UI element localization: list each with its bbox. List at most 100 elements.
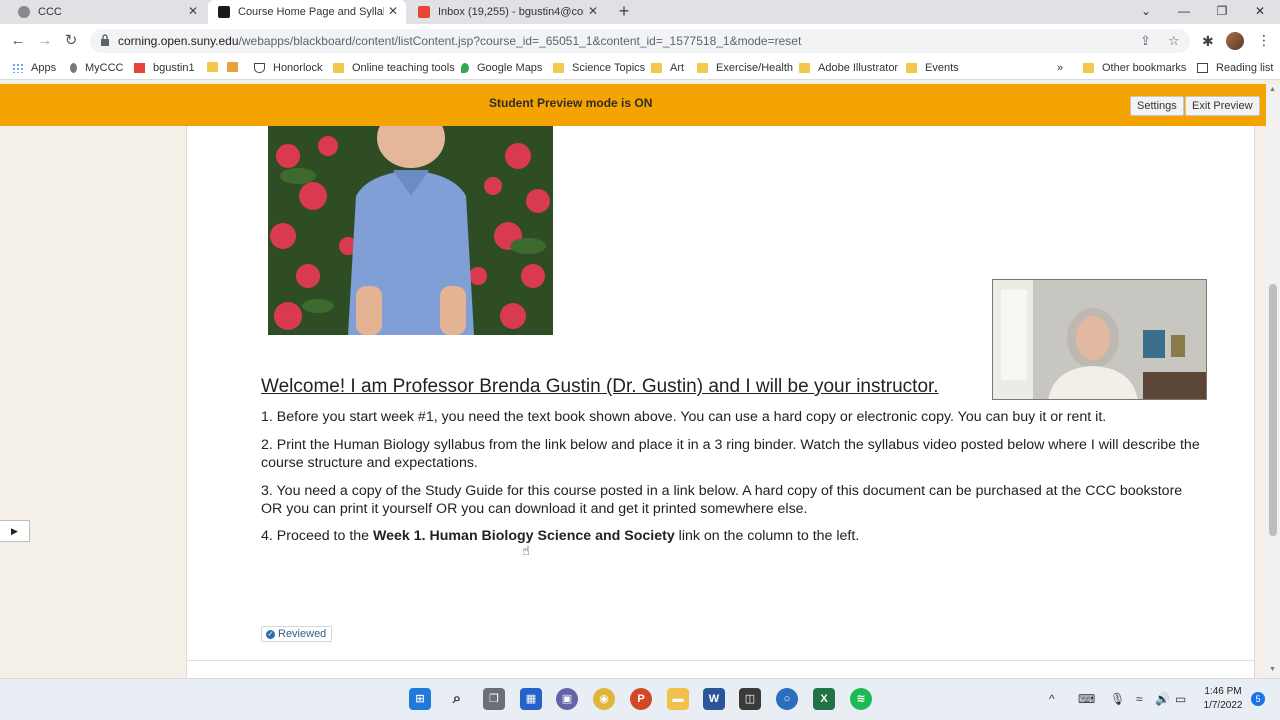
- clock-time: 1:46 PM: [1204, 686, 1242, 697]
- tab-course-home[interactable]: Course Home Page and Syllabus ✕: [208, 0, 406, 24]
- close-icon[interactable]: ✕: [188, 4, 198, 18]
- home-icon: [227, 62, 238, 72]
- tab-strip: CCC ✕ Course Home Page and Syllabus ✕ In…: [0, 0, 1280, 24]
- minimize-button[interactable]: —: [1166, 0, 1202, 24]
- microsoft-store-icon[interactable]: ◫: [739, 688, 761, 710]
- tab-inbox[interactable]: Inbox (19,255) - bgustin4@corni ✕: [408, 0, 606, 24]
- map-pin-icon: [461, 63, 469, 73]
- instructor-photo: [268, 126, 553, 335]
- gmail-icon: [134, 63, 145, 73]
- blackboard-icon: [218, 6, 230, 18]
- maximize-button[interactable]: ❐: [1204, 0, 1240, 24]
- close-window-button[interactable]: ✕: [1242, 0, 1278, 24]
- folder-icon: [906, 63, 917, 73]
- reading-list[interactable]: Reading list: [1197, 62, 1273, 74]
- exit-preview-button[interactable]: Exit Preview: [1185, 96, 1260, 116]
- course-menu-area: [0, 126, 186, 678]
- forward-icon[interactable]: →: [36, 32, 54, 50]
- bookmark-apps[interactable]: Apps: [12, 62, 56, 74]
- bookmark-art[interactable]: Art: [651, 62, 684, 74]
- bookmark-events[interactable]: Events: [906, 62, 959, 74]
- bookmark-star-icon[interactable]: ☆: [1168, 33, 1180, 49]
- instructor-photo-image: [268, 126, 553, 335]
- teams-chat-icon[interactable]: ▣: [556, 688, 578, 710]
- bookmark-home[interactable]: [227, 62, 246, 72]
- apps-grid-icon: [12, 63, 23, 73]
- scrollbar[interactable]: ▲ ▼: [1266, 84, 1280, 678]
- bookmark-myccc[interactable]: MyCCC: [70, 62, 124, 74]
- reviewed-button[interactable]: ✓ Reviewed: [261, 626, 333, 642]
- notification-badge[interactable]: 5: [1251, 692, 1265, 706]
- task-view-icon[interactable]: ❐: [483, 688, 505, 710]
- profile-avatar[interactable]: [1226, 32, 1244, 50]
- bookmark-honorlock[interactable]: Honorlock: [254, 62, 323, 74]
- cortana-icon[interactable]: ○: [776, 688, 798, 710]
- preview-status-text: Student Preview mode is ON: [489, 96, 653, 110]
- welcome-heading[interactable]: Welcome! I am Professor Brenda Gustin (D…: [261, 376, 939, 398]
- address-bar[interactable]: corning.open.suny.edu/webapps/blackboard…: [90, 29, 1190, 53]
- scroll-up-icon[interactable]: ▲: [1269, 86, 1276, 93]
- search-icon[interactable]: ⌕: [446, 688, 468, 710]
- bookmark-science-topics[interactable]: Science Topics: [553, 62, 645, 74]
- system-clock[interactable]: 1:46 PM 1/7/2022: [1198, 685, 1248, 713]
- webcam-video: [993, 280, 1206, 399]
- navigation-bar: ← → ↻ corning.open.suny.edu/webapps/blac…: [0, 24, 1280, 58]
- bookmark-label: bgustin1: [153, 62, 195, 74]
- file-explorer-icon[interactable]: ▬: [667, 688, 689, 710]
- widgets-icon[interactable]: ▦: [520, 688, 542, 710]
- microphone-icon[interactable]: 🎙: [1110, 692, 1125, 706]
- bookmark-adobe-illustrator[interactable]: Adobe Illustrator: [799, 62, 898, 74]
- volume-icon[interactable]: 🔊: [1155, 692, 1170, 706]
- tab-ccc[interactable]: CCC ✕: [8, 0, 206, 24]
- folder-icon: [553, 63, 564, 73]
- tab-search-icon[interactable]: ⌄: [1128, 0, 1164, 24]
- scrollbar-thumb[interactable]: [1269, 284, 1277, 536]
- spotify-icon[interactable]: ≋: [850, 688, 872, 710]
- extensions-icon[interactable]: ✱: [1202, 33, 1214, 50]
- chrome-icon[interactable]: ◉: [593, 688, 615, 710]
- scroll-down-icon[interactable]: ▼: [1269, 666, 1276, 673]
- taskbar: ⊞ ⌕ ❐ ▦ ▣ ◉ P ▬ W ◫ ○ X ≋ ^ ⌨ 🎙 ≈ 🔊 ▭ 1:…: [0, 678, 1280, 720]
- settings-button[interactable]: Settings: [1130, 96, 1184, 116]
- bookmark-label: Online teaching tools: [352, 62, 455, 74]
- wifi-icon[interactable]: ≈: [1136, 692, 1143, 706]
- powerpoint-icon[interactable]: P: [630, 688, 652, 710]
- chevron-up-icon[interactable]: ^: [1049, 692, 1055, 706]
- bookmark-label: Reading list: [1216, 62, 1274, 74]
- keyboard-icon[interactable]: ⌨: [1078, 692, 1095, 706]
- bookmark-bgustin1[interactable]: bgustin1: [134, 62, 195, 74]
- windows-start-icon[interactable]: ⊞: [409, 688, 431, 710]
- new-tab-button[interactable]: +: [614, 0, 634, 24]
- bookmark-google-maps[interactable]: Google Maps: [461, 62, 542, 74]
- bookmark-label: Exercise/Health: [716, 62, 794, 74]
- reload-icon[interactable]: ↻: [62, 32, 80, 50]
- tab-label: CCC: [38, 6, 62, 18]
- menu-icon[interactable]: ⋮: [1257, 32, 1271, 49]
- url-text: corning.open.suny.edu/webapps/blackboard…: [118, 34, 802, 48]
- battery-icon[interactable]: ▭: [1175, 692, 1186, 706]
- excel-icon[interactable]: X: [813, 688, 835, 710]
- course-menu-toggle[interactable]: ▶: [0, 520, 30, 542]
- instruction-4: 4. Proceed to the Week 1. Human Biology …: [261, 528, 1201, 546]
- bookmarks-bar: Apps MyCCC bgustin1 Honorlock Online tea…: [0, 58, 1280, 80]
- close-icon[interactable]: ✕: [588, 4, 598, 18]
- ccc-icon: [70, 63, 77, 73]
- instruction-1: 1. Before you start week #1, you need th…: [261, 409, 1107, 425]
- webcam-overlay: [992, 279, 1207, 400]
- ccc-icon: [18, 6, 30, 18]
- bookmark-label: Science Topics: [572, 62, 646, 74]
- other-bookmarks[interactable]: Other bookmarks: [1083, 62, 1186, 74]
- bookmark-online-teaching[interactable]: Online teaching tools: [333, 62, 455, 74]
- bookmark-folder[interactable]: [207, 62, 226, 72]
- close-icon[interactable]: ✕: [388, 4, 398, 18]
- folder-icon: [1083, 63, 1094, 73]
- week-1-link-reference: Week 1. Human Biology Science and Societ…: [373, 528, 675, 544]
- back-icon[interactable]: ←: [9, 32, 27, 50]
- more-bookmarks-button[interactable]: »: [1057, 62, 1063, 74]
- word-icon[interactable]: W: [703, 688, 725, 710]
- share-icon[interactable]: ⇪: [1140, 33, 1151, 49]
- bookmark-exercise-health[interactable]: Exercise/Health: [697, 62, 793, 74]
- student-preview-banner: Student Preview mode is ON Settings Exit…: [0, 84, 1266, 126]
- bookmark-label: Adobe Illustrator: [818, 62, 899, 74]
- instruction-4-text: link on the column to the left.: [674, 528, 860, 544]
